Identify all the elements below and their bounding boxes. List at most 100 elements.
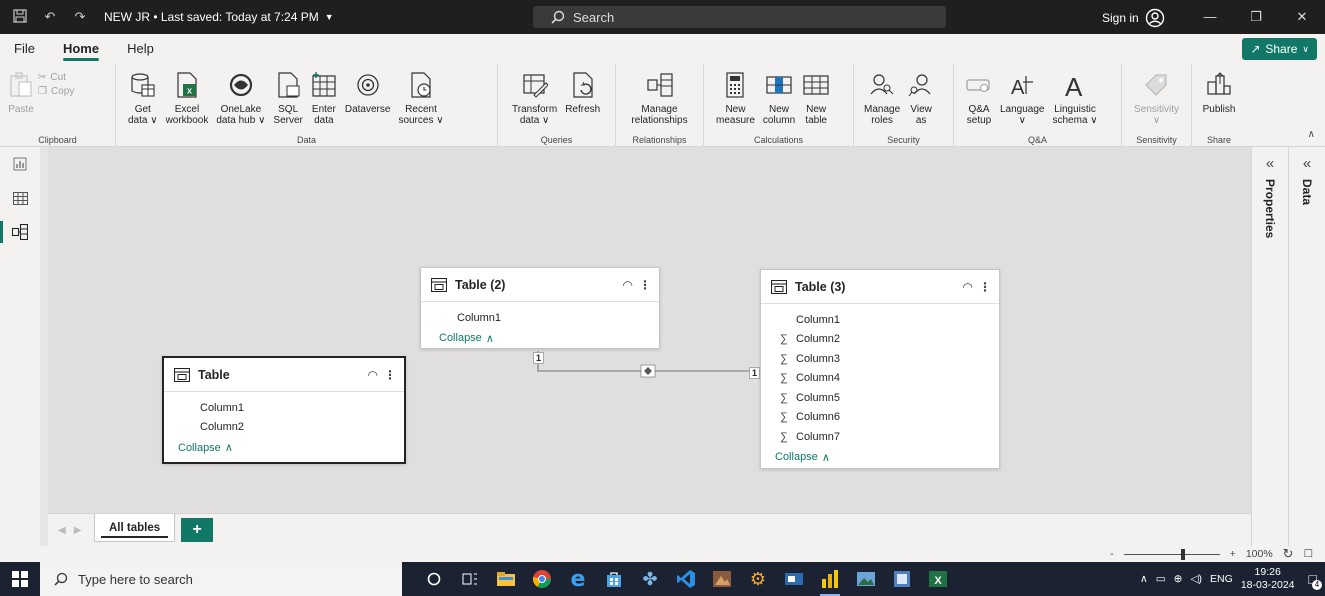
group-label-data: Data — [296, 135, 316, 145]
properties-pane-title: Properties — [1263, 179, 1277, 239]
folder-icon — [497, 572, 515, 586]
add-layout-button[interactable]: + — [181, 518, 214, 542]
group-label-qa: Q&A — [1027, 135, 1047, 145]
redo-icon[interactable]: ↷ — [72, 9, 88, 25]
taskbar-app-excel[interactable]: X — [920, 562, 956, 596]
paste-icon — [8, 72, 34, 98]
model-view-button[interactable] — [0, 215, 40, 249]
clock[interactable]: 19:26 18-03-2024 — [1241, 566, 1295, 592]
properties-pane[interactable]: « Properties — [1251, 147, 1288, 546]
column-row[interactable]: ∑ Column4 — [775, 369, 999, 389]
collapse-button[interactable]: Collapse ∧ — [439, 332, 659, 345]
expand-properties-icon[interactable]: « — [1252, 155, 1288, 172]
column-name: Column1 — [457, 311, 502, 324]
column-row[interactable]: ∑ Column3 — [775, 349, 999, 369]
table-icon — [174, 367, 190, 382]
taskbar-app-edge[interactable]: e — [560, 562, 596, 596]
show-hidden-icons-icon[interactable]: ∧ — [1140, 573, 1148, 585]
data-pane[interactable]: « Data — [1288, 147, 1325, 546]
column-row[interactable]: Column1 — [178, 398, 404, 418]
notification-count: 4 — [1312, 580, 1322, 590]
expand-data-icon[interactable]: « — [1289, 155, 1325, 172]
search-icon — [54, 572, 68, 586]
scroll-right-icon[interactable]: ▶ — [74, 525, 82, 536]
tab-home[interactable]: Home — [49, 34, 113, 64]
sigma-icon: ∑ — [780, 411, 788, 424]
tab-all-tables[interactable]: All tables — [94, 514, 176, 542]
visibility-eye-icon[interactable]: ◠ — [963, 280, 973, 294]
more-options-icon[interactable]: ⋮ — [384, 368, 396, 382]
task-view-button[interactable] — [416, 562, 452, 596]
input-language[interactable]: ENG — [1210, 573, 1233, 585]
sign-in-button[interactable]: Sign in — [1102, 8, 1165, 28]
undo-icon[interactable]: ↶ — [42, 9, 58, 25]
restore-icon[interactable]: ❐ — [1233, 0, 1279, 34]
network-icon[interactable]: ⊕ — [1174, 573, 1183, 585]
visibility-eye-icon[interactable]: ◠ — [623, 278, 633, 292]
task-view-button[interactable] — [452, 562, 488, 596]
table-card-header[interactable]: Table (2) ◠ ⋮ — [421, 268, 659, 302]
table-card-table[interactable]: Table ◠ ⋮ Column1 Column2 Collapse ∧ — [162, 356, 406, 464]
table-card-table2[interactable]: Table (2) ◠ ⋮ Column1 Collapse ∧ — [420, 267, 660, 349]
column-row[interactable]: ∑ Column6 — [775, 408, 999, 428]
column-row[interactable]: Column1 — [439, 308, 659, 328]
visibility-eye-icon[interactable]: ◠ — [368, 368, 378, 382]
model-canvas[interactable]: 1 1 Table (2) ◠ ⋮ Column1 Collapse ∧ Tabl… — [48, 147, 1251, 513]
taskbar-app-ssms[interactable]: ⚙ — [740, 562, 776, 596]
share-button[interactable]: ↗ Share ∨ — [1242, 38, 1317, 60]
group-label-queries: Queries — [540, 135, 573, 145]
column-row[interactable]: Column1 — [775, 310, 999, 330]
taskbar-app-image-viewer[interactable] — [704, 562, 740, 596]
table-card-header[interactable]: Table ◠ ⋮ — [164, 358, 404, 392]
minimize-icon[interactable]: — — [1187, 0, 1233, 34]
zoom-slider-thumb[interactable] — [1180, 548, 1185, 560]
taskbar-app-file-explorer[interactable] — [488, 562, 524, 596]
column-row[interactable]: Column2 — [178, 418, 404, 438]
svg-text:A: A — [1011, 77, 1025, 98]
taskbar-app-gallery[interactable] — [848, 562, 884, 596]
fit-to-screen-icon[interactable]: ☐ — [1304, 548, 1313, 560]
scroll-left-icon[interactable]: ◀ — [58, 525, 66, 536]
copy-button[interactable]: ❐ Copy — [38, 86, 74, 97]
close-icon[interactable]: ✕ — [1279, 0, 1325, 34]
more-options-icon[interactable]: ⋮ — [639, 278, 651, 292]
taskbar-app-presentation[interactable] — [776, 562, 812, 596]
taskbar-app-notes[interactable] — [884, 562, 920, 596]
notification-center-icon[interactable]: □ 4 — [1309, 571, 1322, 590]
zoom-slider[interactable] — [1123, 548, 1220, 560]
zoom-out-button[interactable]: - — [1110, 548, 1114, 560]
report-view-button[interactable] — [0, 147, 40, 181]
start-button[interactable] — [0, 562, 40, 596]
taskbar-app-vscode[interactable] — [668, 562, 704, 596]
volume-icon[interactable]: ◁) — [1190, 573, 1202, 585]
column-row[interactable]: ∑ Column5 — [775, 388, 999, 408]
column-row[interactable]: ∑ Column2 — [775, 330, 999, 350]
table-card-header[interactable]: Table (3) ◠ ⋮ — [761, 270, 999, 304]
collapse-button[interactable]: Collapse ∧ — [775, 451, 999, 464]
document-title[interactable]: NEW JR • Last saved: Today at 7:24 PM ▼ — [104, 10, 334, 24]
table-card-table3[interactable]: Table (3) ◠ ⋮ Column1 ∑ Column2 ∑ Column3 … — [760, 269, 1000, 469]
save-icon[interactable] — [12, 9, 28, 25]
search-input[interactable]: Search — [533, 6, 946, 28]
more-options-icon[interactable]: ⋮ — [979, 280, 991, 294]
taskbar-app-power-bi[interactable] — [812, 562, 848, 596]
collapse-button[interactable]: Collapse ∧ — [178, 441, 404, 455]
taskbar-app-chrome[interactable] — [524, 562, 560, 596]
sensitivity-label-icon — [1143, 72, 1169, 98]
manage-roles-sublabel: roles — [871, 115, 893, 126]
cut-button[interactable]: ✂ Cut — [38, 72, 74, 83]
battery-icon[interactable]: ▭ — [1156, 573, 1166, 585]
collapse-label: Collapse — [178, 441, 221, 454]
zoom-in-button[interactable]: + — [1230, 548, 1236, 560]
collapse-ribbon-icon[interactable]: ∧ — [1308, 129, 1315, 140]
table-view-button[interactable] — [0, 181, 40, 215]
view-as-sublabel: as — [915, 115, 927, 126]
taskbar-app-pinwheel[interactable]: ✤ — [632, 562, 668, 596]
tab-file[interactable]: File — [0, 34, 49, 64]
column-row[interactable]: ∑ Column7 — [775, 427, 999, 447]
taskbar-app-store[interactable] — [596, 562, 632, 596]
reset-zoom-icon[interactable]: ↻ — [1283, 546, 1294, 562]
tab-help[interactable]: Help — [113, 34, 168, 64]
taskbar-search-input[interactable]: Type here to search — [40, 562, 402, 596]
clock-date: 18-03-2024 — [1240, 579, 1295, 591]
